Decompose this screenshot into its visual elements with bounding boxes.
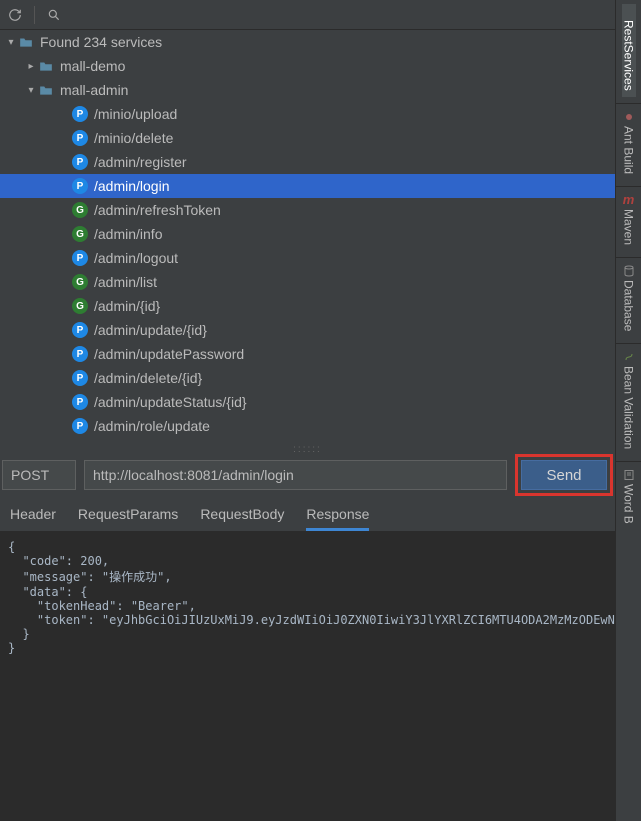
tree-endpoint[interactable]: P/admin/updateStatus/{id} [0,390,615,414]
method-icon: G [72,298,88,314]
gutter-item[interactable]: Database [622,264,636,337]
tab-requestbody[interactable]: RequestBody [200,506,284,531]
resize-grip[interactable]: :::::: [0,444,615,454]
http-method-select[interactable]: POST [2,460,76,490]
method-icon: P [72,394,88,410]
gutter-label: Word B [622,484,636,530]
tree-module[interactable]: ▾mall-admin [0,78,615,102]
gutter-label: RestServices [622,20,636,97]
gutter-separator [616,343,641,344]
gutter-item[interactable]: Word B [622,468,636,530]
method-icon: G [72,274,88,290]
tree-module[interactable]: ▸mall-demo [0,54,615,78]
gutter-separator [616,461,641,462]
tree-endpoint[interactable]: P/admin/role/update [0,414,615,438]
gutter-separator [616,103,641,104]
tree-endpoint[interactable]: G/admin/refreshToken [0,198,615,222]
tab-response[interactable]: Response [306,506,369,531]
request-bar: POST Send [0,454,615,502]
tree-endpoint[interactable]: P/admin/update/{id} [0,318,615,342]
tree-endpoint[interactable]: P/admin/login [0,174,615,198]
word-icon [622,468,636,482]
tree-root[interactable]: ▾Found 234 services [0,30,615,54]
tree-endpoint[interactable]: P/admin/updatePassword [0,342,615,366]
search-icon[interactable] [45,6,63,24]
services-tree: ▾Found 234 services▸mall-demo▾mall-admin… [0,30,615,444]
send-highlight: Send [515,454,613,496]
url-input[interactable] [84,460,507,490]
bean-icon [622,350,636,364]
response-body: { "code": 200, "message": "操作成功", "data"… [0,532,615,821]
gutter-item[interactable]: Ant Build [622,110,636,180]
tree-endpoint[interactable]: P/admin/delete/{id} [0,366,615,390]
tree-endpoint[interactable]: G/admin/info [0,222,615,246]
tab-requestparams[interactable]: RequestParams [78,506,178,531]
gutter-item[interactable]: Bean Validation [622,350,636,455]
method-icon: P [72,346,88,362]
send-button[interactable]: Send [521,460,607,490]
refresh-icon[interactable] [6,6,24,24]
method-icon: P [72,154,88,170]
tree-endpoint[interactable]: P/admin/logout [0,246,615,270]
method-icon: P [72,130,88,146]
maven-icon: m [622,193,636,207]
tab-header[interactable]: Header [10,506,56,531]
method-icon: P [72,418,88,434]
gutter-item[interactable]: m Maven [622,193,636,251]
tree-endpoint[interactable]: P/minio/upload [0,102,615,126]
request-tabs: Header RequestParams RequestBody Response [0,502,615,532]
method-icon: P [72,106,88,122]
toolbar-separator [34,6,35,24]
gutter-item[interactable]: RestServices [622,4,636,97]
gutter-label: Database [622,280,636,337]
gutter-separator [616,186,641,187]
method-icon: P [72,178,88,194]
method-icon: G [72,226,88,242]
method-icon: P [72,370,88,386]
tree-endpoint[interactable]: G/admin/list [0,270,615,294]
toolbar [0,0,615,30]
ant-icon [622,110,636,124]
method-icon: P [72,322,88,338]
gutter-label: Bean Validation [622,366,636,455]
method-icon: G [72,202,88,218]
tree-endpoint[interactable]: P/minio/delete [0,126,615,150]
right-tool-gutter: RestServices Ant Build m Maven Database Bean … [615,0,641,821]
gutter-label: Ant Build [622,126,636,180]
tree-endpoint[interactable]: P/admin/register [0,150,615,174]
method-icon: P [72,250,88,266]
db-icon [622,264,636,278]
rest-icon [622,4,636,18]
tree-endpoint[interactable]: G/admin/{id} [0,294,615,318]
gutter-label: Maven [622,209,636,251]
gutter-separator [616,257,641,258]
